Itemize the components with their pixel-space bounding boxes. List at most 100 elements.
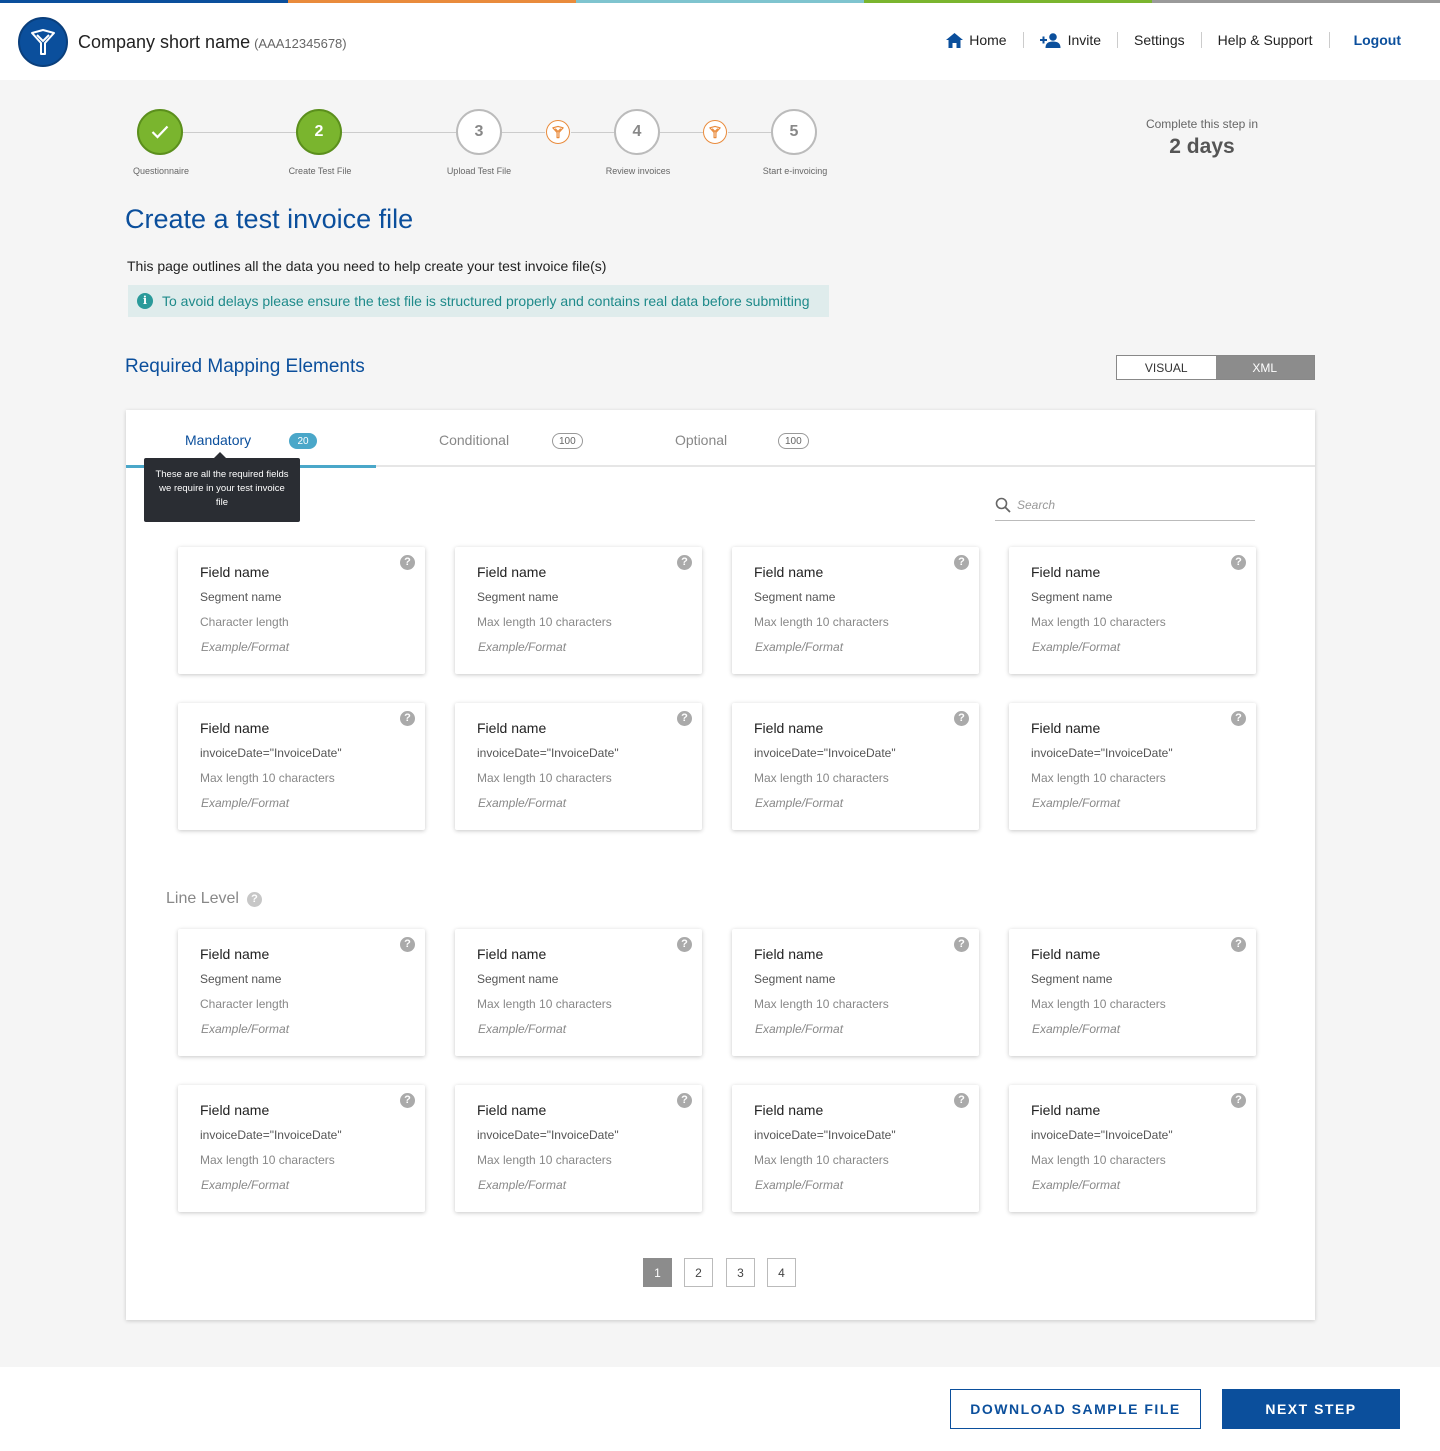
field-card[interactable]: Field name Segment name Character length Ex… — [178, 547, 425, 674]
field-length: Character length — [200, 997, 289, 1011]
tab-mandatory[interactable]: Mandatory — [185, 432, 251, 448]
field-name: Field name — [200, 946, 270, 962]
help-icon[interactable]: ? — [954, 711, 969, 726]
field-name: Field name — [754, 1102, 824, 1118]
add-user-icon — [1039, 32, 1061, 48]
help-icon[interactable]: ? — [400, 711, 415, 726]
field-name: Field name — [477, 946, 547, 962]
logout-link[interactable]: Logout — [1328, 32, 1401, 48]
step-4-label: Review invoices — [605, 166, 671, 176]
field-card[interactable]: Field name Segment name Max length 10 char… — [732, 929, 979, 1056]
tab-mandatory-count: 20 — [289, 433, 317, 449]
field-example: Example/Format — [1032, 1022, 1121, 1036]
tab-conditional[interactable]: Conditional — [439, 432, 509, 448]
field-card[interactable]: Field name invoiceDate="InvoiceDate" Max l… — [178, 1085, 425, 1212]
field-name: Field name — [754, 720, 824, 736]
help-icon[interactable]: ? — [246, 891, 262, 907]
field-name: Field name — [754, 946, 824, 962]
help-icon[interactable]: ? — [400, 1093, 415, 1108]
field-example: Example/Format — [1032, 1178, 1121, 1192]
page-button-1[interactable]: 1 — [643, 1258, 672, 1287]
search-icon — [995, 497, 1011, 513]
mapping-panel: Mandatory 20 Conditional 100 Optional 10… — [126, 410, 1315, 1320]
nav-help-label: Help & Support — [1217, 32, 1313, 48]
help-icon[interactable]: ? — [954, 555, 969, 570]
field-length: Max length 10 characters — [1031, 997, 1166, 1011]
field-card[interactable]: Field name Segment name Max length 10 char… — [455, 547, 702, 674]
page-button-4[interactable]: 4 — [767, 1258, 796, 1287]
page-title: Create a test invoice file — [125, 204, 414, 234]
help-icon[interactable]: ? — [400, 555, 415, 570]
download-sample-file-button[interactable]: DOWNLOAD SAMPLE FILE — [950, 1389, 1201, 1429]
company-logo-icon[interactable] — [18, 17, 68, 67]
nav-invite[interactable]: Invite — [1022, 32, 1117, 48]
tab-conditional-count: 100 — [552, 433, 583, 449]
segment-name: Segment name — [1031, 972, 1113, 986]
page-button-3[interactable]: 3 — [726, 1258, 755, 1287]
segment-name: invoiceDate="InvoiceDate" — [477, 1128, 619, 1142]
field-card[interactable]: Field name invoiceDate="InvoiceDate" Max l… — [455, 703, 702, 830]
help-icon[interactable]: ? — [400, 937, 415, 952]
help-icon[interactable]: ? — [677, 711, 692, 726]
info-icon: i — [137, 293, 153, 309]
toggle-xml[interactable]: XML — [1215, 356, 1314, 379]
field-card[interactable]: Field name invoiceDate="InvoiceDate" Max l… — [1009, 1085, 1256, 1212]
field-example: Example/Format — [201, 1178, 290, 1192]
help-icon[interactable]: ? — [954, 937, 969, 952]
field-name: Field name — [1031, 946, 1101, 962]
help-icon[interactable]: ? — [1231, 711, 1246, 726]
nav-home-label: Home — [969, 32, 1007, 48]
help-icon[interactable]: ? — [677, 1093, 692, 1108]
nav-settings-label: Settings — [1134, 32, 1185, 48]
field-length: Max length 10 characters — [477, 997, 612, 1011]
segment-name: Segment name — [200, 590, 282, 604]
step-4[interactable]: 4 — [614, 109, 660, 155]
field-card[interactable]: Field name Segment name Max length 10 char… — [1009, 547, 1256, 674]
view-toggle: VISUAL XML — [1116, 355, 1315, 380]
field-name: Field name — [1031, 564, 1101, 580]
field-card[interactable]: Field name Segment name Max length 10 char… — [455, 929, 702, 1056]
field-length: Max length 10 characters — [754, 615, 889, 629]
step-5[interactable]: 5 — [771, 109, 817, 155]
field-card[interactable]: Field name invoiceDate="InvoiceDate" Max l… — [732, 1085, 979, 1212]
field-card[interactable]: Field name Segment name Max length 10 char… — [732, 547, 979, 674]
step-connector — [571, 132, 614, 133]
step-connector — [502, 132, 545, 133]
help-icon[interactable]: ? — [1231, 937, 1246, 952]
help-icon[interactable]: ? — [954, 1093, 969, 1108]
nav-help-support[interactable]: Help & Support — [1200, 32, 1329, 48]
field-length: Max length 10 characters — [754, 1153, 889, 1167]
help-icon[interactable]: ? — [1231, 1093, 1246, 1108]
field-length: Max length 10 characters — [200, 1153, 335, 1167]
segment-name: invoiceDate="InvoiceDate" — [200, 746, 342, 760]
step-1-complete[interactable] — [137, 109, 183, 155]
step-2-current[interactable]: 2 — [296, 109, 342, 155]
segment-name: invoiceDate="InvoiceDate" — [200, 1128, 342, 1142]
nav-home[interactable]: Home — [930, 32, 1022, 48]
field-card[interactable]: Field name Segment name Max length 10 char… — [1009, 929, 1256, 1056]
step-2-label: Create Test File — [288, 166, 352, 176]
field-length: Max length 10 characters — [754, 997, 889, 1011]
field-name: Field name — [200, 720, 270, 736]
field-card[interactable]: Field name invoiceDate="InvoiceDate" Max l… — [455, 1085, 702, 1212]
notice-text: To avoid delays please ensure the test f… — [162, 293, 810, 309]
page-button-2[interactable]: 2 — [684, 1258, 713, 1287]
help-icon[interactable]: ? — [1231, 555, 1246, 570]
info-notice: i To avoid delays please ensure the test… — [128, 285, 829, 317]
field-card[interactable]: Field name invoiceDate="InvoiceDate" Max l… — [1009, 703, 1256, 830]
field-card[interactable]: Field name Segment name Character length Ex… — [178, 929, 425, 1056]
nav-settings[interactable]: Settings — [1117, 32, 1201, 48]
toggle-visual[interactable]: VISUAL — [1117, 356, 1216, 379]
tab-optional[interactable]: Optional — [675, 432, 727, 448]
field-card[interactable]: Field name invoiceDate="InvoiceDate" Max l… — [178, 703, 425, 830]
help-icon[interactable]: ? — [677, 937, 692, 952]
field-length: Max length 10 characters — [477, 771, 612, 785]
search-input[interactable] — [1017, 497, 1247, 513]
field-card[interactable]: Field name invoiceDate="InvoiceDate" Max l… — [732, 703, 979, 830]
step-3[interactable]: 3 — [456, 109, 502, 155]
next-step-button[interactable]: NEXT STEP — [1222, 1389, 1400, 1429]
home-icon — [946, 32, 964, 48]
field-example: Example/Format — [755, 1022, 844, 1036]
help-icon[interactable]: ? — [677, 555, 692, 570]
field-name: Field name — [1031, 720, 1101, 736]
